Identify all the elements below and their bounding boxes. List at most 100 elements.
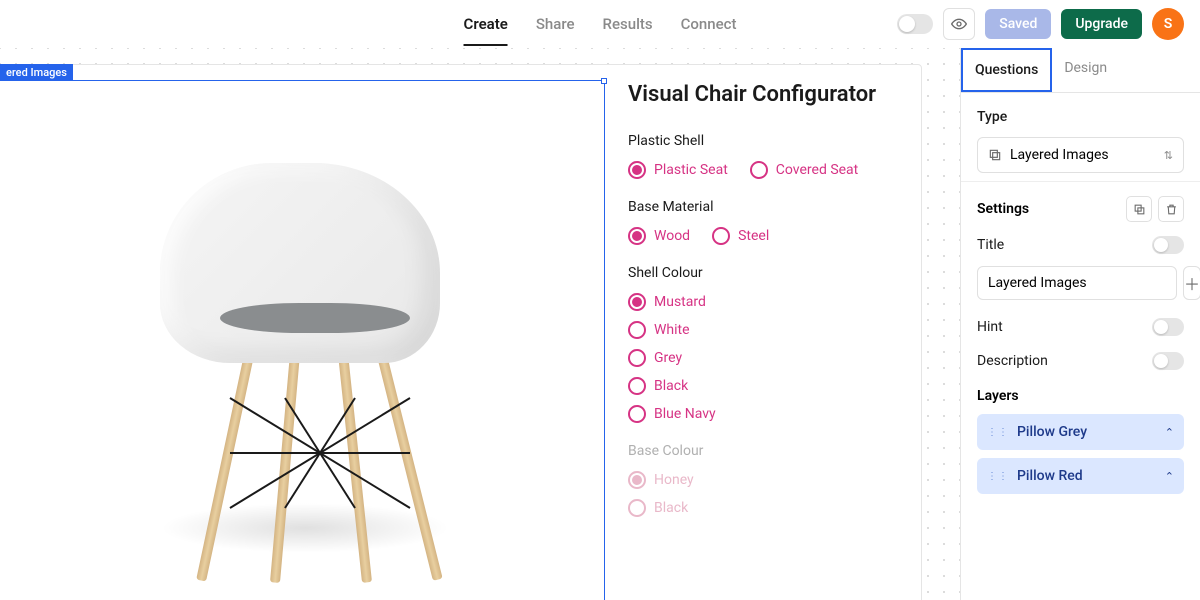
main: ered Images Visual Chair Configurator Pl… — [0, 48, 1200, 600]
nav-tabs: Create Share Results Connect — [464, 2, 737, 46]
nav-tab-share[interactable]: Share — [536, 2, 575, 46]
tab-questions[interactable]: Questions — [961, 48, 1052, 92]
visibility-button[interactable] — [943, 8, 975, 40]
hint-label: Hint — [977, 319, 1152, 335]
radio-label: Grey — [654, 350, 682, 366]
layer-item[interactable]: ⋮⋮ Pillow Grey ⌃ — [977, 414, 1184, 450]
toolbar-right: Saved Upgrade S — [897, 8, 1200, 40]
layer-item[interactable]: ⋮⋮ Pillow Red ⌃ — [977, 458, 1184, 494]
group-title: Base Colour — [628, 443, 924, 459]
hint-toggle[interactable] — [1152, 318, 1184, 336]
duplicate-button[interactable] — [1126, 196, 1152, 222]
title-input-row: ＋ — [961, 262, 1200, 310]
chevron-up-icon: ⌃ — [1165, 470, 1174, 483]
selection-label[interactable]: ered Images — [0, 64, 73, 81]
selection-handle[interactable] — [601, 78, 607, 84]
radio-option[interactable]: Black — [628, 377, 924, 395]
radio-label: White — [654, 322, 690, 338]
plus-icon: ＋ — [1184, 271, 1200, 295]
radio-label: Black — [654, 500, 688, 516]
selection-border — [0, 80, 605, 81]
chair-seat — [160, 163, 440, 363]
group-title: Shell Colour — [628, 265, 924, 281]
description-label: Description — [977, 353, 1152, 369]
chair-preview — [120, 103, 490, 593]
preview-toggle[interactable] — [897, 14, 933, 34]
description-toggle[interactable] — [1152, 352, 1184, 370]
eye-icon — [951, 16, 967, 32]
grip-icon: ⋮⋮ — [987, 427, 1009, 438]
radio-icon — [628, 349, 646, 367]
sidebar: Questions Design Type Layered Images ⇅ S… — [960, 48, 1200, 600]
radio-icon — [628, 471, 646, 489]
selection-border — [604, 80, 605, 600]
delete-button[interactable] — [1158, 196, 1184, 222]
radio-option[interactable]: Wood — [628, 227, 690, 245]
upgrade-button[interactable]: Upgrade — [1061, 9, 1142, 39]
config-group: Shell Colour Mustard White Grey Black Blue Na… — [628, 265, 924, 423]
trash-icon — [1165, 203, 1178, 216]
radio-icon — [628, 321, 646, 339]
title-toggle[interactable] — [1152, 236, 1184, 254]
group-title: Plastic Shell — [628, 133, 924, 149]
saved-button[interactable]: Saved — [985, 9, 1051, 39]
radio-label: Honey — [654, 472, 694, 488]
canvas-area[interactable]: ered Images Visual Chair Configurator Pl… — [0, 48, 960, 600]
nav-tab-results[interactable]: Results — [603, 2, 653, 46]
type-label: Type — [977, 109, 1184, 125]
tab-design[interactable]: Design — [1052, 48, 1119, 92]
settings-header: Settings — [961, 181, 1200, 228]
type-section: Type Layered Images ⇅ — [961, 93, 1200, 181]
radio-option[interactable]: Covered Seat — [750, 161, 858, 179]
radio-option[interactable]: White — [628, 321, 924, 339]
radio-option[interactable]: Grey — [628, 349, 924, 367]
radio-option[interactable]: Steel — [712, 227, 769, 245]
hint-setting: Hint — [961, 310, 1200, 344]
configurator-title: Visual Chair Configurator — [628, 82, 924, 107]
radio-option: Black — [628, 499, 924, 517]
title-label: Title — [977, 237, 1152, 253]
copy-icon — [1133, 203, 1146, 216]
config-group: Base Colour Honey Black — [628, 443, 924, 517]
sidebar-tabs: Questions Design — [961, 48, 1200, 93]
chair-cushion — [220, 303, 410, 333]
radio-label: Wood — [654, 228, 690, 244]
layers-icon — [988, 148, 1002, 162]
radio-option: Honey — [628, 471, 924, 489]
radio-label: Plastic Seat — [654, 162, 728, 178]
radio-icon — [628, 293, 646, 311]
settings-label: Settings — [977, 201, 1120, 217]
description-setting: Description — [961, 344, 1200, 378]
radio-icon — [628, 377, 646, 395]
radio-option[interactable]: Blue Navy — [628, 405, 924, 423]
radio-label: Blue Navy — [654, 406, 716, 422]
nav-tab-connect[interactable]: Connect — [681, 2, 737, 46]
layers-label: Layers — [961, 378, 1200, 414]
radio-icon — [628, 499, 646, 517]
type-select[interactable]: Layered Images ⇅ — [977, 137, 1184, 173]
radio-label: Black — [654, 378, 688, 394]
layer-name: Pillow Red — [1017, 468, 1157, 484]
add-button[interactable]: ＋ — [1183, 266, 1200, 300]
radio-option[interactable]: Plastic Seat — [628, 161, 728, 179]
nav-tab-create[interactable]: Create — [464, 2, 508, 46]
group-title: Base Material — [628, 199, 924, 215]
radio-label: Steel — [738, 228, 769, 244]
top-bar: Create Share Results Connect Saved Upgra… — [0, 0, 1200, 48]
radio-icon — [628, 405, 646, 423]
chevron-updown-icon: ⇅ — [1164, 149, 1173, 162]
config-group: Base Material Wood Steel — [628, 199, 924, 245]
radio-icon — [712, 227, 730, 245]
title-input[interactable] — [977, 266, 1177, 300]
chevron-up-icon: ⌃ — [1165, 426, 1174, 439]
layer-name: Pillow Grey — [1017, 424, 1157, 440]
avatar[interactable]: S — [1152, 8, 1184, 40]
config-group: Plastic Shell Plastic Seat Covered Seat — [628, 133, 924, 179]
configurator-panel: Visual Chair Configurator Plastic ShellP… — [628, 82, 924, 537]
chair-wire — [225, 393, 415, 513]
title-setting: Title — [961, 228, 1200, 262]
radio-icon — [628, 227, 646, 245]
radio-option[interactable]: Mustard — [628, 293, 924, 311]
radio-label: Mustard — [654, 294, 706, 310]
radio-icon — [628, 161, 646, 179]
